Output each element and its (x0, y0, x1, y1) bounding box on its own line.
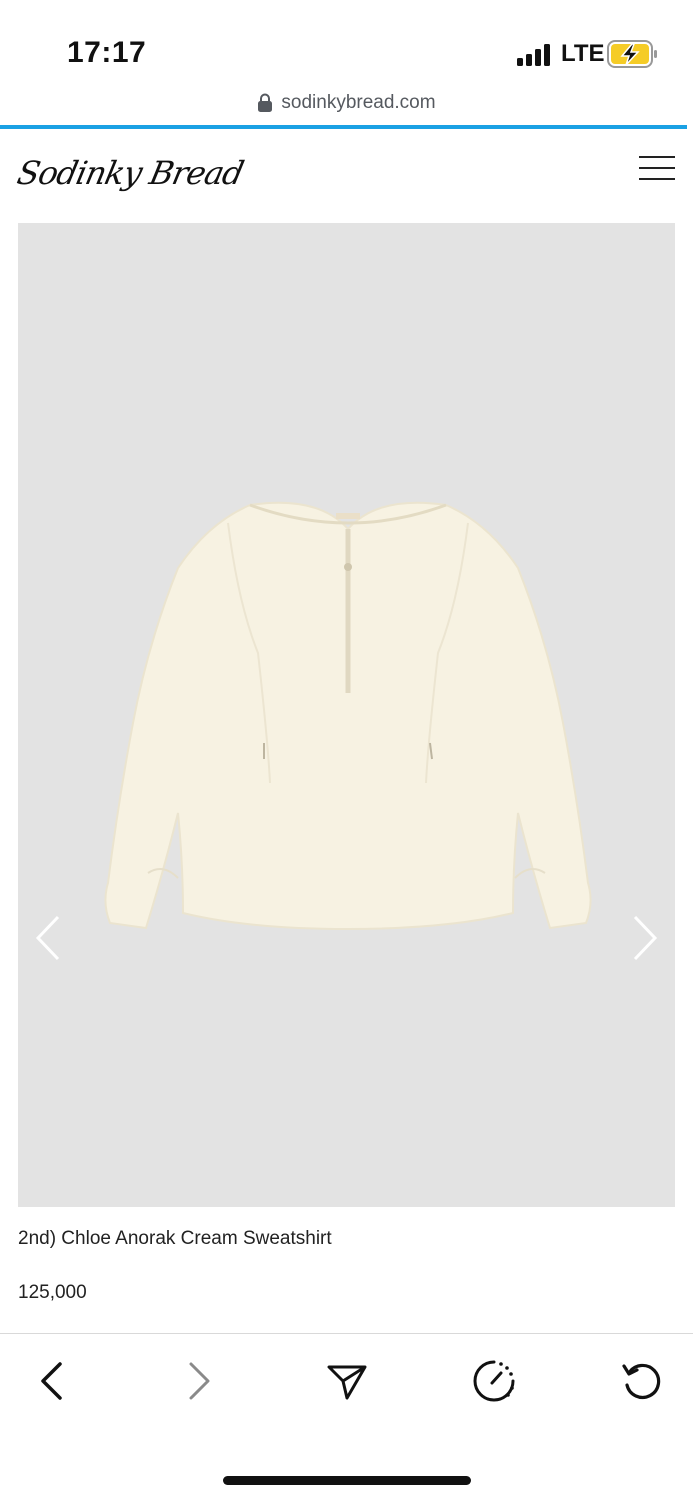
lock-icon (258, 93, 273, 112)
product-price: 125,000 (18, 1282, 87, 1303)
reload-button[interactable] (617, 1356, 667, 1406)
battery-charging-icon (607, 40, 657, 68)
address-bar[interactable]: sodinkybread.com (0, 86, 693, 120)
chevron-right-icon[interactable] (629, 913, 659, 963)
garment-illustration (104, 501, 592, 931)
chevron-left-icon[interactable] (34, 913, 64, 963)
url-text: sodinkybread.com (281, 92, 436, 113)
signal-icon (517, 44, 550, 66)
browser-toolbar (0, 1334, 693, 1434)
home-indicator[interactable] (223, 1476, 471, 1485)
forward-icon (189, 1362, 210, 1400)
speed-button[interactable] (469, 1356, 519, 1406)
back-button[interactable] (26, 1356, 76, 1406)
site-header: Sodinky Bread (0, 130, 693, 222)
status-time: 17:17 (67, 36, 147, 69)
forward-button[interactable] (175, 1356, 225, 1406)
network-label: LTE (561, 40, 605, 67)
product-title[interactable]: 2nd) Chloe Anorak Cream Sweatshirt (18, 1228, 332, 1250)
back-icon (41, 1362, 62, 1400)
page-load-progress (0, 125, 687, 129)
share-icon (327, 1365, 367, 1400)
speed-icon (473, 1360, 515, 1402)
reload-icon (622, 1363, 661, 1399)
product-image[interactable] (18, 223, 675, 1207)
hamburger-menu-icon[interactable] (639, 156, 675, 180)
status-bar: 17:17 LTE (0, 0, 693, 90)
site-logo[interactable]: Sodinky Bread (14, 154, 247, 192)
share-button[interactable] (322, 1356, 372, 1406)
